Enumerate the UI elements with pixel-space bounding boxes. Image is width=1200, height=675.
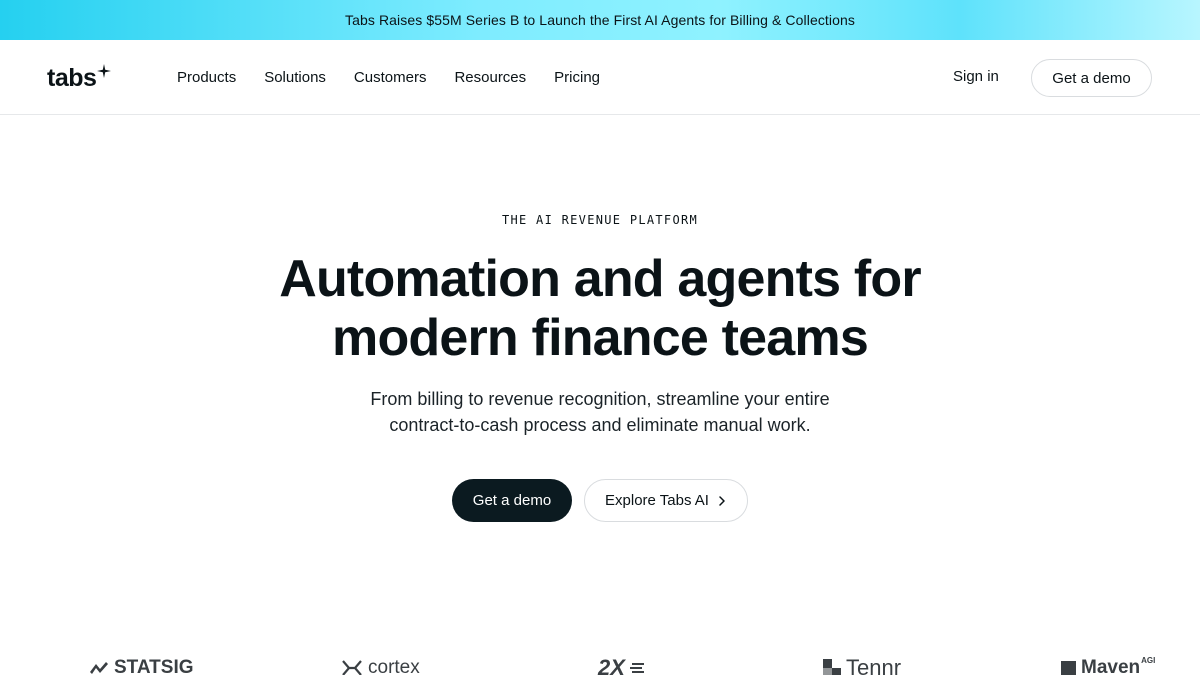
explore-tabs-ai-button[interactable]: Explore Tabs AI [584, 479, 748, 522]
twox-name: 2X [598, 655, 625, 675]
nav-item-pricing[interactable]: Pricing [554, 69, 600, 86]
cortex-name: cortex [368, 657, 420, 675]
nav-item-solutions[interactable]: Solutions [264, 69, 326, 86]
twox-speed-lines-icon [629, 663, 644, 673]
subhead-line-2: contract-to-cash process and eliminate m… [389, 415, 811, 435]
statsig-logo: STATSIG [89, 656, 194, 675]
logo-wordmark: tabs [47, 64, 97, 92]
nav-get-demo-button[interactable]: Get a demo [1031, 59, 1152, 97]
cortex-mark-icon [342, 660, 362, 675]
maven-superscript: AGI [1141, 656, 1156, 665]
sign-in-link[interactable]: Sign in [953, 68, 999, 85]
maven-logo: Maven AGI [1061, 656, 1155, 675]
explore-tabs-ai-label: Explore Tabs AI [605, 492, 709, 509]
tennr-mark-icon [823, 659, 841, 675]
sparkle-icon [97, 64, 112, 78]
announcement-banner[interactable]: Tabs Raises $55M Series B to Launch the … [0, 0, 1200, 40]
nav-item-customers[interactable]: Customers [354, 69, 427, 86]
tabs-logo[interactable]: tabs [47, 63, 112, 93]
maven-name: Maven [1081, 657, 1141, 675]
cortex-logo: cortex [341, 656, 420, 675]
nav-links: Products Solutions Customers Resources P… [177, 40, 600, 115]
hero-eyebrow: THE AI REVENUE PLATFORM [501, 213, 699, 227]
hero-subheading: From billing to revenue recognition, str… [300, 386, 900, 438]
nav-item-resources[interactable]: Resources [454, 69, 526, 86]
announcement-text[interactable]: Tabs Raises $55M Series B to Launch the … [345, 12, 855, 28]
hero-headline: Automation and agents for modern finance… [150, 250, 1050, 368]
statsig-mark-icon [90, 662, 108, 674]
headline-line-1: Automation and agents for [279, 250, 921, 308]
subhead-line-1: From billing to revenue recognition, str… [370, 389, 830, 409]
nav-item-products[interactable]: Products [177, 69, 236, 86]
chevron-right-icon [719, 495, 725, 506]
hero-get-demo-button[interactable]: Get a demo [452, 479, 572, 522]
statsig-name: STATSIG [114, 657, 194, 675]
customer-logos: STATSIG cortex 2X Tennr Maven AGI [0, 652, 1200, 675]
tennr-name: Tennr [846, 655, 902, 675]
twox-logo: 2X [598, 656, 646, 675]
tennr-logo: Tennr [823, 656, 901, 675]
top-navbar: tabs Products Solutions Customers Resour… [0, 40, 1200, 115]
maven-mark-icon [1061, 660, 1076, 675]
headline-line-2: modern finance teams [332, 309, 869, 367]
